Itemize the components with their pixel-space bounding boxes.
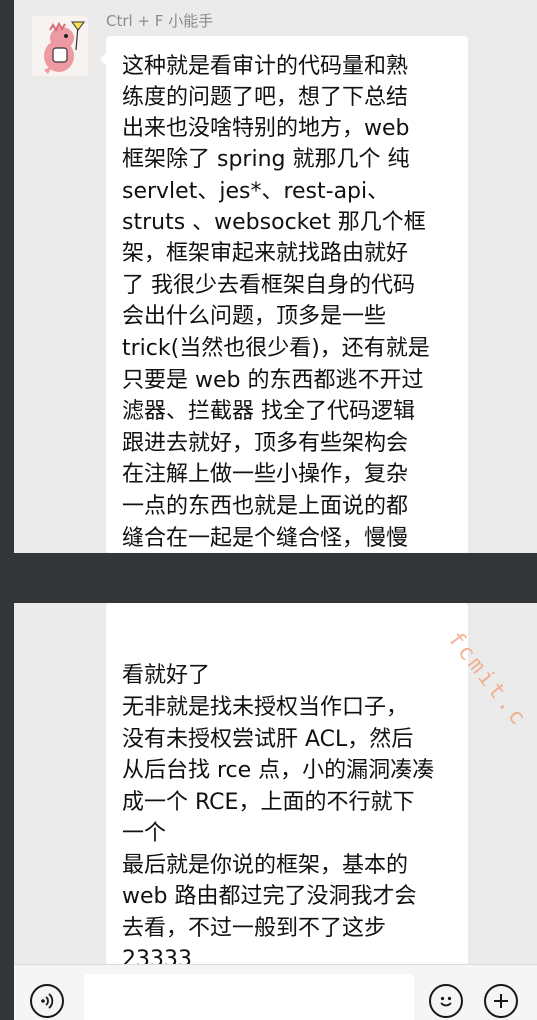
message-line: 会出什么问题，顶多是一些 <box>122 304 387 329</box>
message-line: 跟进去就好，顶多有些架构会 <box>122 431 409 456</box>
message-line: 架，框架审起来就找路由就好 <box>122 241 409 266</box>
voice-icon <box>41 993 54 1009</box>
message-line: 了 我很少去看框架自身的代码 <box>122 273 415 298</box>
message-line: 无非就是找未授权当作口子， <box>122 695 409 720</box>
message-line: 出来也没啥特别的地方，web <box>122 116 410 141</box>
message-line: 只要是 web 的东西都逃不开过 <box>122 368 424 393</box>
emoji-icon <box>440 996 452 1007</box>
message-line: 框架除了 spring 就那几个 纯 <box>122 147 410 172</box>
message-line: 从后台找 rce 点，小的漏洞凑凑 <box>122 758 435 783</box>
avatar[interactable] <box>32 16 88 76</box>
message-line: 缝合在一起是个缝合怪，慢慢 <box>122 526 409 551</box>
message-bubble[interactable]: 这种就是看审计的代码量和熟 练度的问题了吧，想了下总结 出来也没啥特别的地方，w… <box>106 36 468 553</box>
chat-panel-bottom: 看就好了 无非就是找未授权当作口子， 没有未授权尝试肝 ACL，然后 从后台找 … <box>14 603 537 1019</box>
message-line: 看就好了 <box>122 663 211 688</box>
dinosaur-avatar-icon <box>32 16 88 76</box>
message-line: web 路由都过完了没洞我才会 <box>122 884 417 909</box>
plus-icon <box>494 994 508 1008</box>
message-line: struts 、websocket 那几个框 <box>122 210 426 235</box>
message-line: 23333 <box>122 947 192 965</box>
voice-button[interactable] <box>30 984 64 1018</box>
message-line: 没有未授权尝试肝 ACL，然后 <box>122 727 414 752</box>
message-line: 滤器、拦截器 找全了代码逻辑 <box>122 399 415 424</box>
chat-panel-top: Ctrl + F 小能手 这种就是看审计的代码量和熟 练度的问题了吧，想了下总结… <box>14 0 537 553</box>
message-line: 最后就是你说的框架，基本的 <box>122 853 409 878</box>
message-input[interactable] <box>84 974 414 1020</box>
emoji-button[interactable] <box>429 984 463 1018</box>
message-line: 一点的东西也就是上面说的都 <box>122 494 409 519</box>
message-line: 这种就是看审计的代码量和熟 <box>122 54 409 79</box>
message-line: 在注解上做一些小操作，复杂 <box>122 462 409 487</box>
message-line: 成一个 RCE，上面的不行就下 <box>122 790 415 815</box>
message-bubble[interactable]: 看就好了 无非就是找未授权当作口子， 没有未授权尝试肝 ACL，然后 从后台找 … <box>106 603 468 965</box>
message-line: 一个 <box>122 821 167 846</box>
input-bar <box>14 964 537 1020</box>
message-line: 去看，不过一般到不了这步 <box>122 916 387 941</box>
message-line: trick(当然也很少看)，还有就是 <box>122 336 430 361</box>
message-line: servlet、jes*、rest-api、 <box>122 179 390 204</box>
plus-button[interactable] <box>484 984 518 1018</box>
sender-name: Ctrl + F 小能手 <box>106 12 214 30</box>
message-line: 练度的问题了吧，想了下总结 <box>122 85 409 110</box>
